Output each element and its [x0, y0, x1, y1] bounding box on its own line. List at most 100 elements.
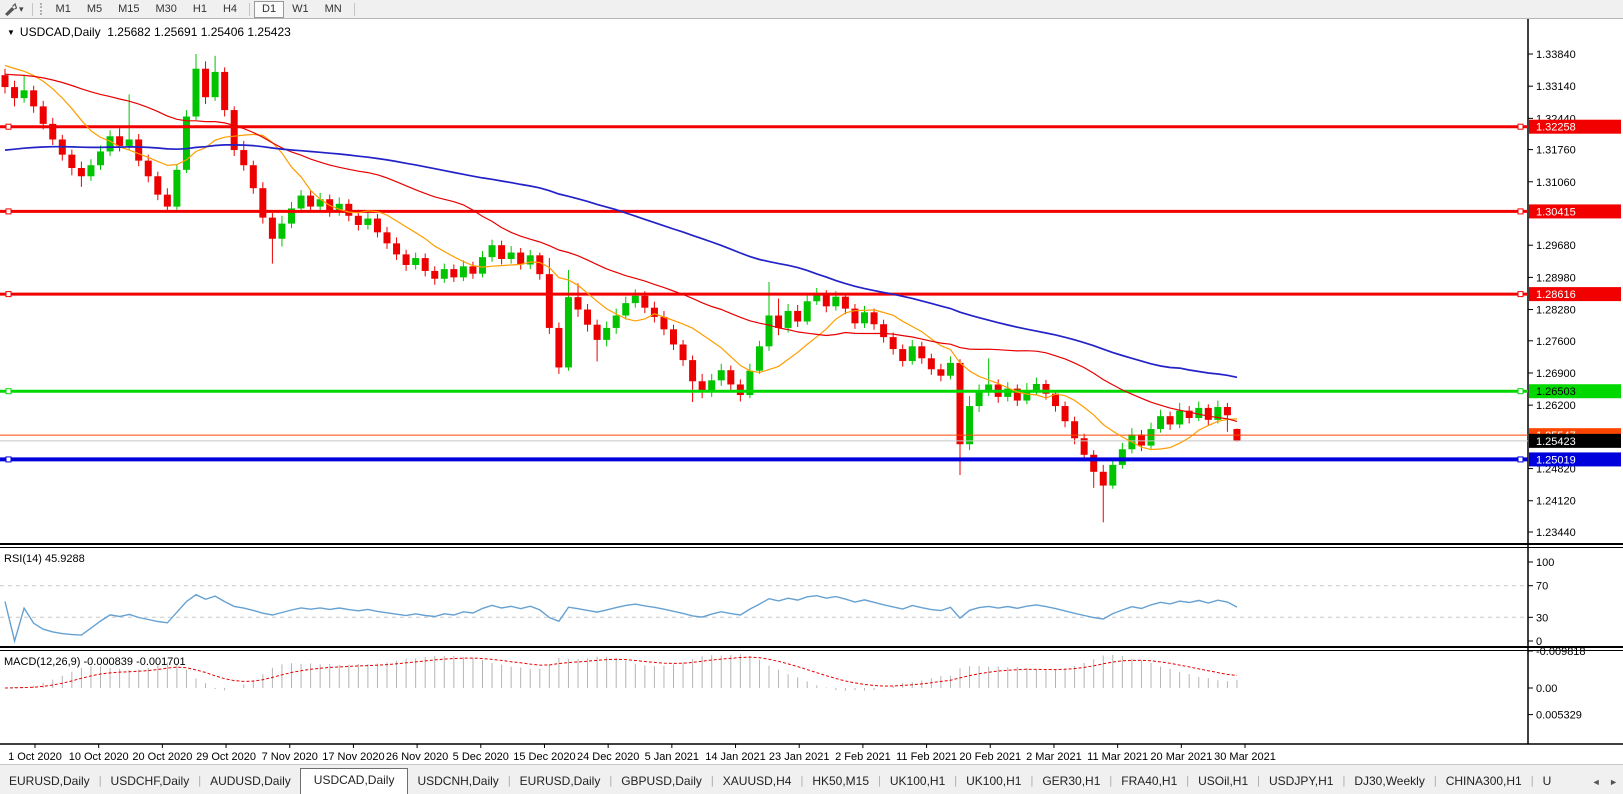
- svg-text:1.26900: 1.26900: [1536, 368, 1576, 380]
- svg-text:11 Mar 2021: 11 Mar 2021: [1087, 751, 1148, 763]
- chart-symbol-period: USDCAD,Daily: [20, 25, 101, 39]
- timeframe-button-m15[interactable]: M15: [110, 1, 147, 18]
- svg-text:5 Dec 2020: 5 Dec 2020: [453, 751, 509, 763]
- crosshair-tool-icon[interactable]: [3, 2, 17, 16]
- rsi-name: RSI(14): [4, 553, 42, 565]
- ma-slow-line: [5, 145, 1237, 377]
- svg-text:15 Dec 2020: 15 Dec 2020: [513, 751, 575, 763]
- tab-eurusd-daily[interactable]: EURUSD,Daily: [0, 770, 99, 794]
- svg-text:1.28980: 1.28980: [1536, 272, 1576, 284]
- timeframe-button-group: M1M5M15M30H1H4 D1W1MN: [48, 1, 359, 18]
- mt4-platform: { "toolbar": { "dropdown_glyph": "▾", "t…: [0, 0, 1623, 794]
- svg-text:24 Dec 2020: 24 Dec 2020: [577, 751, 639, 763]
- svg-text:26 Nov 2020: 26 Nov 2020: [386, 751, 448, 763]
- rsi-value: 45.9288: [45, 553, 85, 565]
- tab-hk50-m15[interactable]: HK50,M15: [803, 770, 878, 794]
- macd-values: -0.000839 -0.001701: [83, 656, 185, 668]
- timeframe-button-mn[interactable]: MN: [317, 1, 350, 18]
- svg-text:20 Mar 2021: 20 Mar 2021: [1150, 751, 1212, 763]
- timeframe-button-m1[interactable]: M1: [48, 1, 79, 18]
- tab-gbpusd-daily[interactable]: GBPUSD,Daily: [612, 770, 711, 794]
- tab-scroll-arrows[interactable]: ◄ ►: [1592, 777, 1621, 787]
- tab-ger30-h1[interactable]: GER30,H1: [1033, 770, 1109, 794]
- svg-text:23 Jan 2021: 23 Jan 2021: [769, 751, 830, 763]
- svg-text:11 Feb 2021: 11 Feb 2021: [896, 751, 957, 763]
- svg-text:100: 100: [1536, 557, 1554, 569]
- toolbar-separator: [249, 3, 250, 16]
- tool-dropdown-arrow-icon[interactable]: ▾: [19, 4, 24, 15]
- tab-fra40-h1[interactable]: FRA40,H1: [1112, 770, 1186, 794]
- svg-text:1.26200: 1.26200: [1536, 400, 1576, 412]
- tab-eurusd-daily[interactable]: EURUSD,Daily: [511, 770, 610, 794]
- svg-text:14 Jan 2021: 14 Jan 2021: [705, 751, 766, 763]
- svg-text:1.25423: 1.25423: [1536, 436, 1576, 448]
- svg-text:1.31760: 1.31760: [1536, 145, 1576, 157]
- timeframe-button-h1[interactable]: H1: [185, 1, 215, 18]
- chart-ohlc-values: 1.25682 1.25691 1.25406 1.25423: [107, 25, 291, 39]
- tab-usoil-h1[interactable]: USOil,H1: [1189, 770, 1257, 794]
- svg-text:1.33140: 1.33140: [1536, 81, 1576, 93]
- candlestick-series: [2, 54, 1241, 522]
- svg-text:30: 30: [1536, 612, 1548, 624]
- toolbar-separator: [354, 3, 355, 16]
- svg-text:0.00: 0.00: [1536, 683, 1557, 695]
- toolbar-grip: [40, 3, 45, 15]
- svg-text:1.33840: 1.33840: [1536, 49, 1576, 61]
- rsi-indicator-label: RSI(14) 45.9288: [4, 553, 85, 565]
- svg-text:5 Jan 2021: 5 Jan 2021: [645, 751, 699, 763]
- tab-usdchf-daily[interactable]: USDCHF,Daily: [102, 770, 199, 794]
- tab-u[interactable]: U: [1534, 770, 1561, 794]
- svg-text:1.23440: 1.23440: [1536, 527, 1576, 539]
- macd-indicator-label: MACD(12,26,9) -0.000839 -0.001701: [4, 656, 186, 668]
- chart-tab-bar: EURUSD,Daily|USDCHF,Daily|AUDUSD,DailyUS…: [0, 764, 1623, 794]
- svg-text:17 Nov 2020: 17 Nov 2020: [322, 751, 384, 763]
- hline-price-labels: 1.322581.304151.286161.265031.255471.250…: [1529, 120, 1621, 467]
- chart-title: ▼ USDCAD,Daily 1.25682 1.25691 1.25406 1.…: [7, 25, 291, 39]
- tab-usdcnh-daily[interactable]: USDCNH,Daily: [408, 770, 507, 794]
- timeframe-button-m5[interactable]: M5: [79, 1, 110, 18]
- chart-menu-icon[interactable]: ▼: [7, 28, 15, 37]
- svg-text:20 Feb 2021: 20 Feb 2021: [959, 751, 1021, 763]
- timeframe-button-w1[interactable]: W1: [284, 1, 317, 18]
- tab-china300-h1[interactable]: CHINA300,H1: [1437, 770, 1531, 794]
- svg-text:2 Feb 2021: 2 Feb 2021: [835, 751, 891, 763]
- tab-dj30-weekly[interactable]: DJ30,Weekly: [1345, 770, 1433, 794]
- macd-pane: 0.005329 0.00 -0.009818: [5, 646, 1586, 722]
- toolbar-separator: [32, 3, 33, 16]
- svg-text:29 Oct 2020: 29 Oct 2020: [196, 751, 256, 763]
- svg-text:-0.009818: -0.009818: [1536, 646, 1586, 658]
- tab-audusd-daily[interactable]: AUDUSD,Daily: [201, 770, 300, 794]
- rsi-line: [5, 595, 1237, 641]
- svg-text:1.29680: 1.29680: [1536, 240, 1576, 252]
- svg-text:1.27600: 1.27600: [1536, 336, 1576, 348]
- svg-text:0.005329: 0.005329: [1536, 710, 1582, 722]
- timeframe-button-d1[interactable]: D1: [254, 1, 284, 18]
- timeframe-button-m30[interactable]: M30: [148, 1, 185, 18]
- tab-uk100-h1[interactable]: UK100,H1: [957, 770, 1030, 794]
- tab-uk100-h1[interactable]: UK100,H1: [881, 770, 954, 794]
- chart-window: 1.338401.331401.324401.317601.310601.296…: [0, 19, 1623, 765]
- svg-text:1.31060: 1.31060: [1536, 177, 1576, 189]
- svg-text:7 Nov 2020: 7 Nov 2020: [262, 751, 318, 763]
- toolbar: ▾ M1M5M15M30H1H4 D1W1MN: [0, 0, 1623, 19]
- timeframe-button-h4[interactable]: H4: [215, 1, 245, 18]
- tab-xauusd-h4[interactable]: XAUUSD,H4: [714, 770, 801, 794]
- svg-text:1.26503: 1.26503: [1536, 386, 1576, 398]
- svg-text:10 Oct 2020: 10 Oct 2020: [69, 751, 129, 763]
- svg-text:2 Mar 2021: 2 Mar 2021: [1026, 751, 1082, 763]
- svg-text:1.32258: 1.32258: [1536, 122, 1576, 134]
- svg-text:1 Oct 2020: 1 Oct 2020: [8, 751, 62, 763]
- macd-signal-line: [5, 657, 1237, 688]
- tab-usdcad-daily[interactable]: USDCAD,Daily: [300, 768, 409, 794]
- svg-text:20 Oct 2020: 20 Oct 2020: [132, 751, 192, 763]
- tab-usdjpy-h1[interactable]: USDJPY,H1: [1260, 770, 1342, 794]
- time-axis: 1 Oct 2020 10 Oct 202020 Oct 2020 29 Oct 2…: [8, 744, 1276, 763]
- svg-text:70: 70: [1536, 581, 1548, 593]
- svg-text:1.30415: 1.30415: [1536, 206, 1576, 218]
- rsi-pane: 10070300: [0, 557, 1554, 648]
- chart-canvas[interactable]: 1.338401.331401.324401.317601.310601.296…: [0, 19, 1623, 765]
- svg-text:1.28280: 1.28280: [1536, 305, 1576, 317]
- svg-text:1.28616: 1.28616: [1536, 289, 1576, 301]
- horizontal-lines: [0, 124, 1528, 462]
- svg-text:1.25019: 1.25019: [1536, 454, 1576, 466]
